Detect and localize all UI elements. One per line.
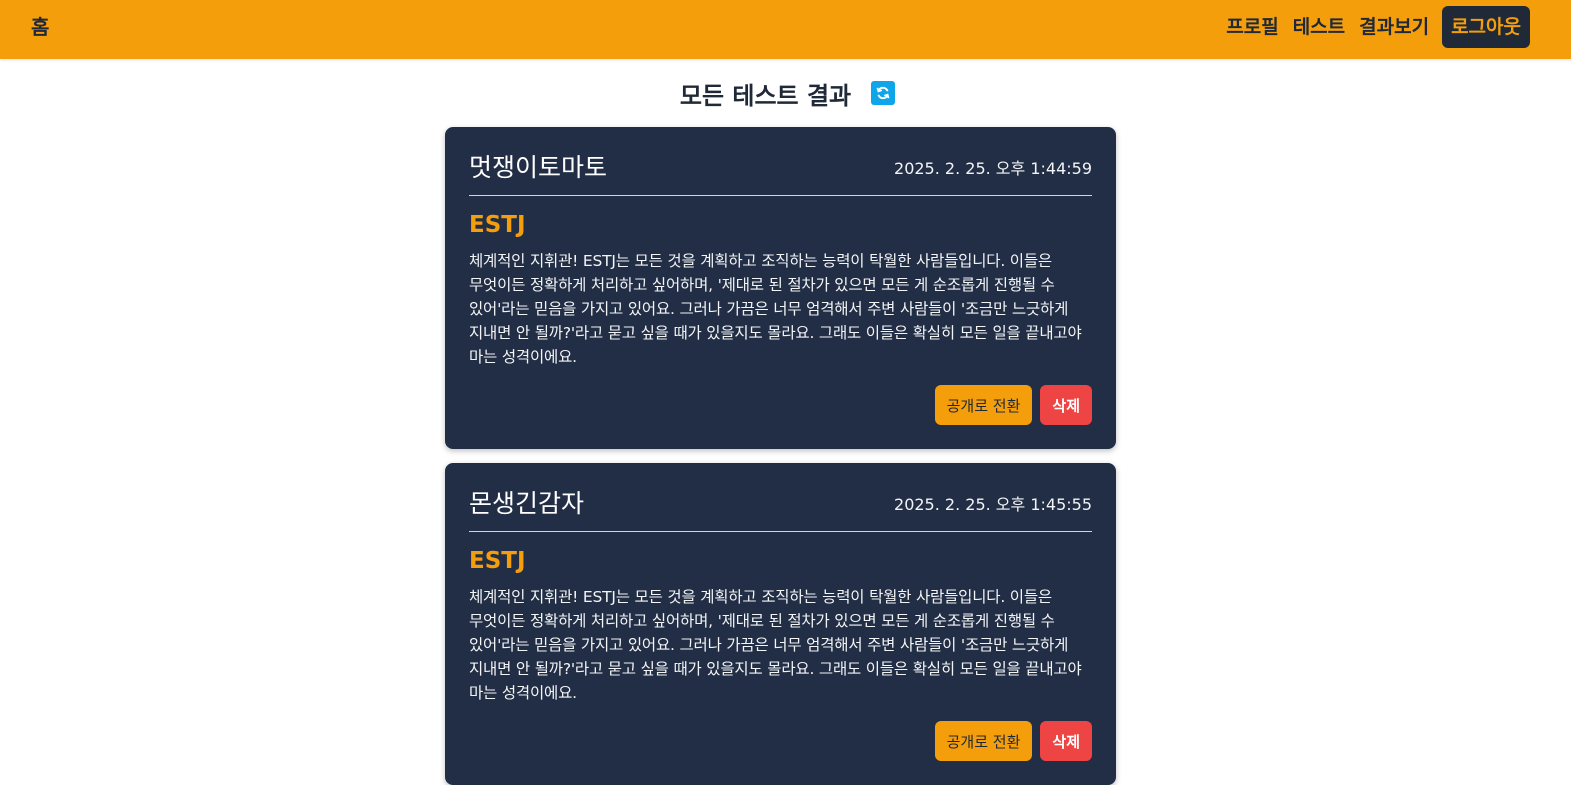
result-card-header: 몬생긴감자 2025. 2. 25. 오후 1:45:55 xyxy=(469,463,1092,532)
result-description: 체계적인 지휘관! ESTJ는 모든 것을 계획하고 조직하는 능력이 탁월한 … xyxy=(469,252,1082,366)
result-nickname: 몬생긴감자 xyxy=(469,489,585,518)
nav-links: 프로필 테스트 결과보기 로그아웃 xyxy=(1226,6,1530,48)
nav-link-results[interactable]: 결과보기 xyxy=(1359,14,1429,40)
result-card-header: 멋쟁이토마토 2025. 2. 25. 오후 1:44:59 xyxy=(469,127,1092,196)
result-actions: 공개로 전환 삭제 xyxy=(469,385,1092,449)
result-description: 체계적인 지휘관! ESTJ는 모든 것을 계획하고 조직하는 능력이 탁월한 … xyxy=(469,588,1082,702)
result-mbti-type: ESTJ xyxy=(469,212,526,238)
refresh-button[interactable] xyxy=(871,81,896,105)
nav-link-profile[interactable]: 프로필 xyxy=(1226,14,1278,40)
refresh-icon xyxy=(876,86,890,100)
nav-home-link[interactable]: 홈 xyxy=(31,14,49,40)
result-actions: 공개로 전환 삭제 xyxy=(469,721,1092,785)
delete-button[interactable]: 삭제 xyxy=(1040,385,1092,425)
top-navbar: 홈 프로필 테스트 결과보기 로그아웃 xyxy=(0,0,1571,59)
page-heading: 모든 테스트 결과 xyxy=(0,76,1571,110)
logout-button[interactable]: 로그아웃 xyxy=(1442,6,1530,48)
result-date: 2025. 2. 25. 오후 1:44:59 xyxy=(894,159,1092,178)
result-card: 몬생긴감자 2025. 2. 25. 오후 1:45:55 ESTJ 체계적인 … xyxy=(445,463,1116,785)
make-public-button[interactable]: 공개로 전환 xyxy=(934,721,1033,761)
delete-button[interactable]: 삭제 xyxy=(1040,721,1092,761)
result-mbti-type: ESTJ xyxy=(469,548,526,574)
nav-link-test[interactable]: 테스트 xyxy=(1293,14,1345,40)
page-title: 모든 테스트 결과 xyxy=(679,81,852,110)
make-public-button[interactable]: 공개로 전환 xyxy=(934,385,1033,425)
result-date: 2025. 2. 25. 오후 1:45:55 xyxy=(894,495,1092,514)
result-nickname: 멋쟁이토마토 xyxy=(469,153,608,182)
result-card: 멋쟁이토마토 2025. 2. 25. 오후 1:44:59 ESTJ 체계적인… xyxy=(445,127,1116,449)
